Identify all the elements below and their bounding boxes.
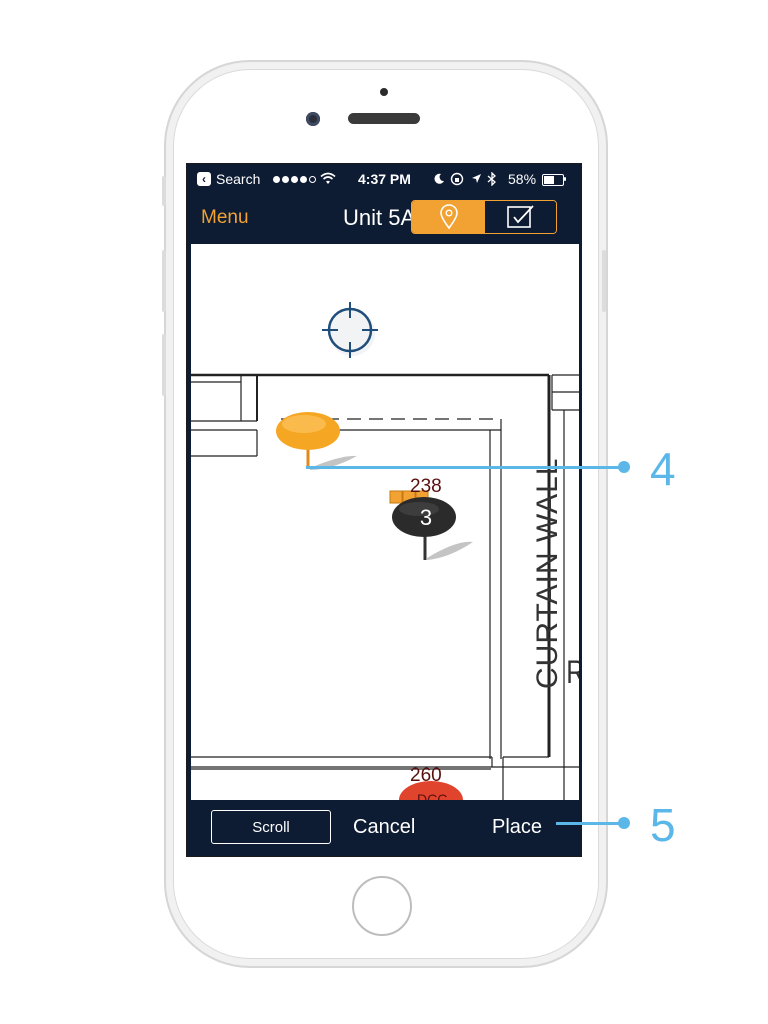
pin-260-partial-text: DCC [417, 791, 448, 800]
checkbox-icon [507, 205, 534, 228]
cancel-button[interactable]: Cancel [353, 816, 415, 839]
crosshair-icon[interactable] [322, 302, 378, 358]
front-camera [306, 112, 320, 126]
place-button[interactable]: Place [492, 816, 542, 839]
back-chevron-icon[interactable]: ‹ [197, 172, 211, 186]
scroll-button[interactable]: Scroll [211, 810, 331, 844]
battery-tip [564, 177, 566, 181]
callout-line-5 [556, 822, 624, 825]
floor-plan-drawing[interactable] [191, 244, 579, 800]
location-pin-icon [439, 204, 458, 230]
battery-fill [544, 176, 554, 184]
signal-dot [282, 176, 289, 183]
partial-room-label: R [566, 654, 579, 691]
battery-icon [542, 174, 564, 186]
back-app-label[interactable]: Search [216, 171, 260, 187]
checklist-mode-tab[interactable] [485, 201, 556, 233]
wifi-icon [320, 172, 336, 184]
wall-lines [191, 373, 579, 800]
signal-dot [273, 176, 280, 183]
curtain-wall-label: CURTAIN WALL [531, 457, 564, 689]
pin-mode-tab[interactable] [412, 201, 485, 233]
floor-plan-map[interactable]: 238 3 260 DCC CURTAIN WALL R [191, 244, 579, 800]
bluetooth-icon [487, 172, 496, 186]
pin-260-label: 260 [410, 765, 442, 786]
callout-number-4: 4 [650, 443, 676, 495]
signal-dot [291, 176, 298, 183]
callout-number-5: 5 [650, 799, 676, 851]
power-button [602, 250, 606, 312]
menu-button[interactable]: Menu [201, 207, 249, 229]
signal-dot [300, 176, 307, 183]
callout-line-4 [306, 466, 624, 469]
clock: 4:37 PM [358, 171, 411, 187]
signal-dot [309, 176, 316, 183]
earpiece-speaker [348, 113, 420, 124]
location-arrow-icon [472, 174, 481, 183]
pin-3-count-label: 238 [410, 476, 442, 497]
volume-up-button [162, 250, 166, 312]
volume-down-button [162, 334, 166, 396]
callout-dot-4 [618, 461, 630, 473]
mute-switch [162, 176, 166, 206]
battery-percent: 58% [508, 171, 537, 187]
callout-dot-5 [618, 817, 630, 829]
status-bar: ‹ Search 4:37 PM 58% [187, 164, 581, 194]
phone-screen: ‹ Search 4:37 PM 58% Menu Unit 5A 238 3 … [186, 163, 582, 857]
new-pin-marker[interactable] [276, 412, 357, 470]
nav-bar: Menu Unit 5A [187, 194, 581, 244]
home-button[interactable] [352, 876, 412, 936]
moon-icon [434, 173, 444, 184]
mode-segmented-control[interactable] [411, 200, 557, 234]
pin-3-number: 3 [419, 505, 433, 530]
proximity-sensor [380, 88, 388, 96]
rotation-lock-icon [450, 172, 464, 186]
page-title: Unit 5A [343, 205, 413, 230]
bottom-toolbar: Scroll Cancel Place [187, 800, 581, 856]
